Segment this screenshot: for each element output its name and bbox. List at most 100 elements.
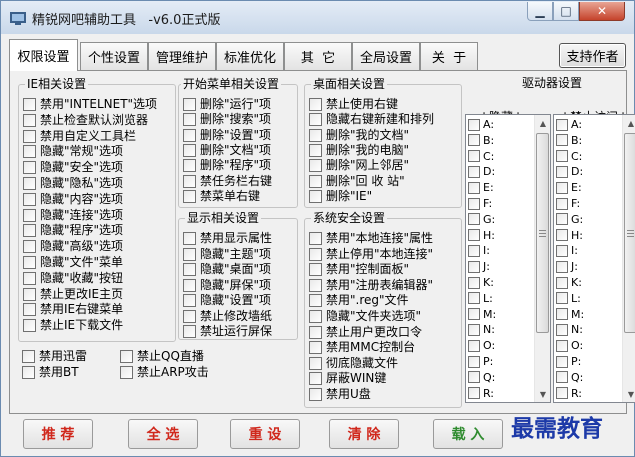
checkbox-box[interactable] xyxy=(309,174,322,188)
checkbox-box[interactable] xyxy=(556,181,568,194)
checkbox-box[interactable] xyxy=(468,371,480,384)
hide-drive-item[interactable]: F: xyxy=(468,196,492,211)
checkbox-box[interactable] xyxy=(468,181,480,194)
block-drive-item[interactable]: B: xyxy=(556,133,582,148)
start-group-checkbox[interactable]: 删除"设置"项 xyxy=(183,128,271,143)
hide-drive-item[interactable]: M: xyxy=(468,307,496,322)
block-drive-item[interactable]: A: xyxy=(556,117,582,132)
checkbox-box[interactable] xyxy=(23,129,36,143)
security-group-checkbox[interactable]: 禁止停用"本地连接" xyxy=(309,247,433,262)
start-group-checkbox[interactable]: 禁任务栏右键 xyxy=(183,174,272,189)
select-all-button[interactable]: 全 选 xyxy=(128,419,198,449)
scrollbar[interactable]: ▲ ▼ xyxy=(534,115,550,402)
checkbox-box[interactable] xyxy=(309,263,322,277)
checkbox-box[interactable] xyxy=(468,150,480,163)
block-drive-item[interactable]: L: xyxy=(556,291,581,306)
checkbox-box[interactable] xyxy=(23,192,36,206)
checkbox-box[interactable] xyxy=(468,387,480,400)
checkbox-box[interactable] xyxy=(23,319,36,333)
desktop-group-checkbox[interactable]: 删除"回 收 站" xyxy=(309,174,405,189)
checkbox-box[interactable] xyxy=(183,309,196,323)
checkbox-box[interactable] xyxy=(183,159,196,173)
checkbox-box[interactable] xyxy=(556,276,568,289)
display-group-checkbox[interactable]: 隐藏"设置"项 xyxy=(183,293,271,308)
checkbox-box[interactable] xyxy=(23,177,36,190)
checkbox-box[interactable] xyxy=(23,271,36,285)
block-drive-item[interactable]: N: xyxy=(556,322,583,337)
scroll-thumb[interactable] xyxy=(624,133,635,333)
ie-group-checkbox[interactable]: 禁止检查默认浏览器 xyxy=(23,113,148,128)
desktop-group-checkbox[interactable]: 删除"我的电脑" xyxy=(309,143,409,158)
security-group-checkbox[interactable]: 禁用MMC控制台 xyxy=(309,340,415,355)
block-drive-item[interactable]: M: xyxy=(556,307,584,322)
scrollbar[interactable]: ▲ ▼ xyxy=(622,115,635,402)
checkbox-box[interactable] xyxy=(468,118,480,131)
hide-drive-item[interactable]: B: xyxy=(468,133,494,148)
checkbox-box[interactable] xyxy=(468,292,480,305)
security-group-checkbox[interactable]: 禁用".reg"文件 xyxy=(309,293,409,308)
scroll-down-icon[interactable]: ▼ xyxy=(535,386,550,402)
checkbox-box[interactable] xyxy=(309,143,322,157)
checkbox-box[interactable] xyxy=(183,294,196,307)
display-group-checkbox[interactable]: 隐藏"主题"项 xyxy=(183,247,271,262)
security-group-checkbox[interactable]: 隐藏"文件夹选项" xyxy=(309,309,421,324)
hide-drive-item[interactable]: A: xyxy=(468,117,494,132)
display-group-checkbox[interactable]: 禁止修改墙纸 xyxy=(183,309,272,324)
load-button[interactable]: 载 入 xyxy=(433,419,503,449)
checkbox-box[interactable] xyxy=(309,388,322,401)
display-group-checkbox[interactable]: 隐藏"桌面"项 xyxy=(183,262,271,277)
scroll-thumb[interactable] xyxy=(536,133,549,333)
checkbox-box[interactable] xyxy=(183,263,196,276)
ie-group-checkbox[interactable]: 禁止更改IE主页 xyxy=(23,287,123,302)
security-group-checkbox[interactable]: 禁止用户更改口令 xyxy=(309,325,422,340)
checkbox-box[interactable] xyxy=(556,387,568,400)
checkbox-box[interactable] xyxy=(23,256,36,269)
desktop-group-checkbox[interactable]: 禁止使用右键 xyxy=(309,97,398,112)
hide-drive-item[interactable]: G: xyxy=(468,212,495,227)
hide-drive-item[interactable]: O: xyxy=(468,338,495,353)
desktop-group-checkbox[interactable]: 隐藏右键新建和排列 xyxy=(309,112,434,127)
scroll-up-icon[interactable]: ▲ xyxy=(623,115,635,131)
security-group-checkbox[interactable]: 禁用"注册表编辑器" xyxy=(309,278,433,293)
block-drive-item[interactable]: H: xyxy=(556,228,583,243)
checkbox-box[interactable] xyxy=(556,229,568,242)
block-drive-item[interactable]: R: xyxy=(556,386,582,401)
tab-maintenance[interactable]: 管理维护 xyxy=(148,42,216,70)
hide-drive-item[interactable]: L: xyxy=(468,291,493,306)
hide-drive-item[interactable]: E: xyxy=(468,180,494,195)
ie-group-checkbox[interactable]: 隐藏"高级"选项 xyxy=(23,239,123,254)
hide-drive-item[interactable]: J: xyxy=(468,259,490,274)
tab-optimize[interactable]: 标准优化 xyxy=(216,42,284,70)
recommend-button[interactable]: 推 荐 xyxy=(23,419,93,449)
security-group-checkbox[interactable]: 禁用"本地连接"属性 xyxy=(309,231,433,246)
checkbox-box[interactable] xyxy=(556,371,568,384)
checkbox-box[interactable] xyxy=(309,189,322,203)
checkbox-box[interactable] xyxy=(120,350,133,363)
desktop-group-checkbox[interactable]: 删除"IE" xyxy=(309,189,372,204)
display-group-checkbox[interactable]: 禁址运行屏保 xyxy=(183,324,272,339)
checkbox-box[interactable] xyxy=(23,224,36,238)
checkbox-box[interactable] xyxy=(309,98,322,111)
block-drive-list[interactable]: A: B: C: D: E: F: G: H: I: J: K: L: M: N: O: P: Q: R: ▲ ▼ xyxy=(553,114,635,403)
checkbox-box[interactable] xyxy=(468,165,480,178)
checkbox-box[interactable] xyxy=(183,325,196,338)
display-group-checkbox[interactable]: 隐藏"屏保"项 xyxy=(183,278,271,293)
start-group-checkbox[interactable]: 删除"运行"项 xyxy=(183,97,271,112)
misc-checkbox[interactable]: 禁止QQ直播 xyxy=(120,349,204,364)
security-group-checkbox[interactable]: 禁用"控制面板" xyxy=(309,262,409,277)
scroll-up-icon[interactable]: ▲ xyxy=(535,115,550,131)
block-drive-item[interactable]: G: xyxy=(556,212,583,227)
tab-other[interactable]: 其 它 xyxy=(284,42,352,70)
checkbox-box[interactable] xyxy=(183,174,196,188)
checkbox-box[interactable] xyxy=(556,260,568,273)
checkbox-box[interactable] xyxy=(23,145,36,159)
block-drive-item[interactable]: O: xyxy=(556,338,583,353)
start-group-checkbox[interactable]: 删除"搜索"项 xyxy=(183,112,271,127)
ie-group-checkbox[interactable]: 隐藏"内容"选项 xyxy=(23,192,123,207)
checkbox-box[interactable] xyxy=(309,341,322,355)
block-drive-item[interactable]: C: xyxy=(556,149,582,164)
checkbox-box[interactable] xyxy=(183,278,196,292)
tab-global[interactable]: 全局设置 xyxy=(352,42,420,70)
hide-drive-item[interactable]: D: xyxy=(468,164,495,179)
checkbox-box[interactable] xyxy=(556,244,568,257)
